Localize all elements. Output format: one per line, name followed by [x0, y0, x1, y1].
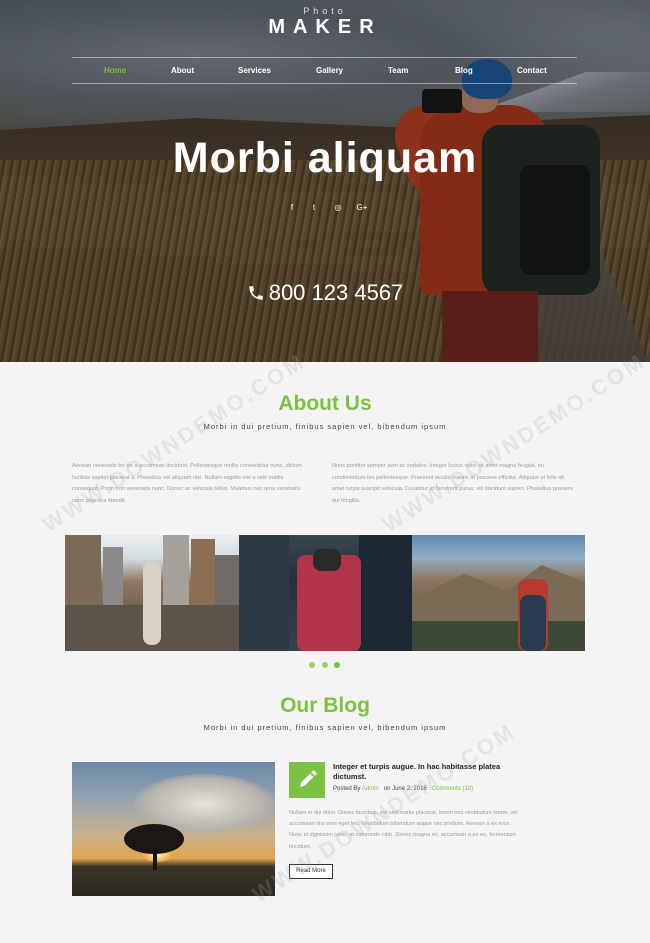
blog-post-title[interactable]: Integer et turpis augue. In hac habitass…: [333, 762, 523, 782]
phone-number: 800 123 4567: [0, 280, 650, 306]
twitter-icon[interactable]: t: [307, 203, 321, 212]
gallery-photo-street[interactable]: [239, 535, 412, 651]
nav-item-home[interactable]: Home: [104, 66, 126, 75]
about-text-right: Nunc porttitor semper sem ac sodales. In…: [332, 463, 573, 504]
blog-post-image[interactable]: [72, 762, 275, 896]
blog-post-comments[interactable]: Comments (10): [432, 786, 473, 792]
posted-by-label: Posted By: [333, 786, 361, 792]
blog-subtitle: Morbi in dui pretium, finibus sapien vel…: [203, 723, 447, 732]
about-text-left: Aenean venenatis tor tor a accumsan tinc…: [72, 463, 303, 504]
nav-item-blog[interactable]: Blog: [455, 66, 473, 75]
logo-small-text: Photo: [303, 6, 347, 16]
main-nav: Home About Services Gallery Team Blog Co…: [72, 57, 577, 84]
blog-post-meta: Posted By Admin on June 2, 2016 Comments…: [333, 786, 473, 792]
nav-item-gallery[interactable]: Gallery: [316, 66, 343, 75]
gallery-dot-3[interactable]: [334, 662, 340, 668]
edit-icon: [289, 762, 325, 798]
nav-item-team[interactable]: Team: [388, 66, 408, 75]
nav-item-about[interactable]: About: [171, 66, 194, 75]
about-title: About Us: [278, 392, 372, 415]
dribbble-icon[interactable]: ◎: [331, 203, 345, 212]
read-more-button[interactable]: Read More: [289, 864, 333, 879]
nav-item-contact[interactable]: Contact: [517, 66, 547, 75]
facebook-icon[interactable]: f: [285, 203, 299, 212]
watermark: WWW.DOWNDEMO.COM: [377, 348, 650, 538]
site-logo[interactable]: Photo MAKER: [0, 6, 650, 38]
blog-post-author[interactable]: Admin: [362, 786, 379, 792]
phone-number-text[interactable]: 800 123 4567: [269, 280, 404, 305]
blog-post-date: on June 2, 2016: [383, 786, 427, 792]
social-links: f t ◎ G+: [283, 203, 373, 215]
phone-icon: [248, 286, 263, 300]
gallery-photo-mountain[interactable]: [412, 535, 585, 651]
gallery-pagination: [309, 662, 343, 669]
hero-banner: Photo MAKER Home About Services Gallery …: [0, 0, 650, 362]
google-plus-icon[interactable]: G+: [355, 203, 369, 212]
watermark: WWW.DOWNDEMO.COM: [37, 348, 310, 538]
about-subtitle: Morbi in dui pretium, finibus sapien vel…: [203, 422, 447, 431]
gallery-slider[interactable]: [65, 535, 585, 651]
gallery-photo-city[interactable]: [65, 535, 239, 651]
gallery-dot-1[interactable]: [309, 662, 315, 668]
hero-title: Morbi aliquam: [172, 134, 478, 182]
logo-main-text: MAKER: [268, 16, 382, 38]
gallery-dot-2[interactable]: [322, 662, 328, 668]
nav-item-services[interactable]: Services: [238, 66, 271, 75]
blog-title: Our Blog: [280, 694, 370, 717]
blog-post-body: Nullam in dui dolor. Donec faucibus, est…: [289, 810, 518, 850]
